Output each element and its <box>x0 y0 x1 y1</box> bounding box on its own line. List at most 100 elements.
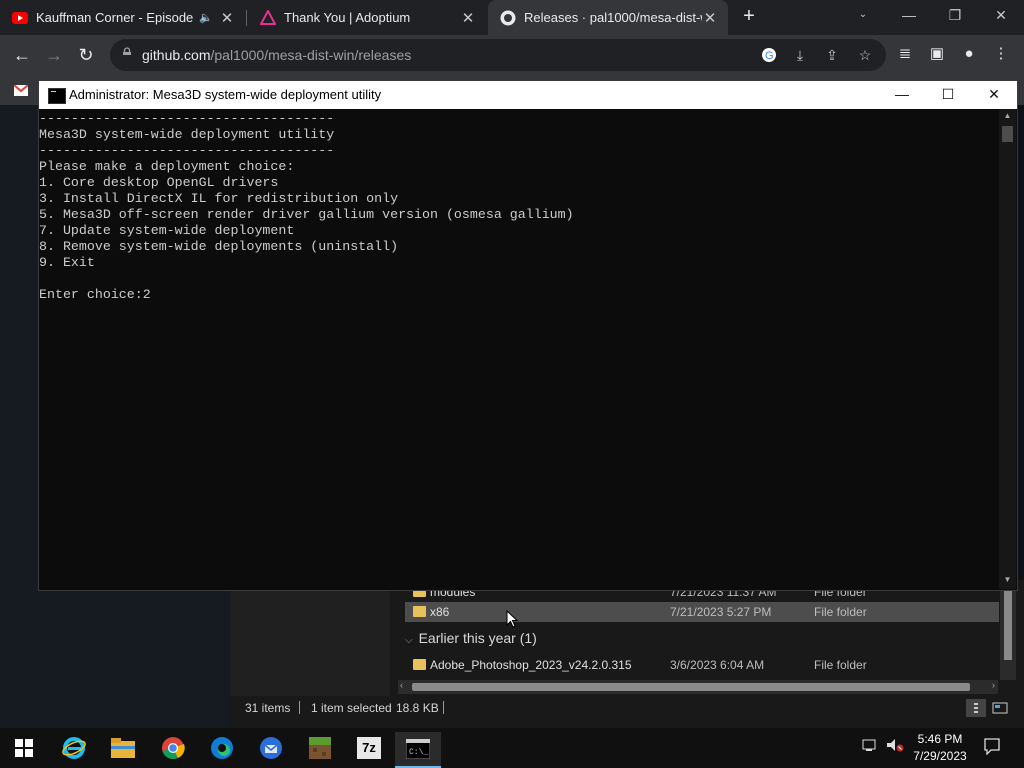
console-minimize-button[interactable]: — <box>879 81 925 109</box>
file-name: Adobe_Photoshop_2023_v24.2.0.315 <box>430 658 632 672</box>
tab-title: Releases · pal1000/mesa-dist-win <box>524 10 702 25</box>
tab-github[interactable]: Releases · pal1000/mesa-dist-win ✕ <box>488 0 728 35</box>
clock-date: 7/29/2023 <box>913 749 967 763</box>
scroll-up-icon[interactable]: ▲ <box>999 111 1016 120</box>
gmail-icon[interactable] <box>13 83 29 96</box>
tab-title: Thank You | Adoptium <box>284 10 411 25</box>
profile-icon[interactable]: ● <box>958 43 980 65</box>
status-separator <box>299 701 300 714</box>
address-bar[interactable]: github.com/pal1000/mesa-dist-win/release… <box>110 39 886 71</box>
file-date: 7/21/2023 5:27 PM <box>670 605 772 619</box>
minimize-button[interactable]: — <box>886 0 932 30</box>
scrollbar-thumb[interactable] <box>1004 580 1012 660</box>
horizontal-scrollbar[interactable]: ‹ › <box>398 680 998 694</box>
file-row-selected[interactable]: x86 7/21/2023 5:27 PM File folder <box>405 602 999 622</box>
close-window-button[interactable]: ✕ <box>978 0 1024 30</box>
console-maximize-button[interactable]: ☐ <box>925 81 971 109</box>
details-view-button[interactable] <box>966 699 986 717</box>
7zip-icon[interactable]: 7z <box>353 732 385 764</box>
share-icon[interactable]: ⇪ <box>823 47 841 63</box>
url-text: github.com/pal1000/mesa-dist-win/release… <box>142 47 412 63</box>
explorer-status-bar: 31 items 1 item selected 18.8 KB <box>230 696 1024 720</box>
svg-text:C:\_: C:\_ <box>409 748 428 757</box>
new-tab-button[interactable]: + <box>737 4 761 28</box>
status-separator <box>443 701 444 714</box>
file-date: 3/6/2023 6:04 AM <box>670 658 765 672</box>
internet-explorer-icon[interactable] <box>58 732 90 764</box>
thunderbird-icon[interactable] <box>255 732 287 764</box>
media-control-icon[interactable]: ≣ <box>894 43 916 65</box>
close-tab-icon[interactable]: ✕ <box>219 9 235 27</box>
group-header[interactable]: ⌵ Earlier this year (1) <box>405 630 537 646</box>
command-prompt-icon <box>48 88 66 104</box>
tab-separator <box>246 10 247 26</box>
network-icon[interactable] <box>862 738 878 755</box>
console-line: 7. Update system-wide deployment <box>39 223 295 238</box>
console-line: 3. Install DirectX IL for redistribution… <box>39 191 399 206</box>
console-title-bar[interactable]: Administrator: Mesa3D system-wide deploy… <box>39 81 1017 109</box>
minecraft-icon[interactable] <box>304 732 336 764</box>
console-scrollbar[interactable]: ▲ ▼ <box>999 109 1016 589</box>
tab-title: Kauffman Corner - Episode 7 <box>36 10 195 25</box>
menu-icon[interactable]: ⋮ <box>990 43 1012 65</box>
taskbar-clock[interactable]: 5:46 PM 7/29/2023 <box>900 731 980 765</box>
folder-icon <box>413 659 426 670</box>
vertical-scrollbar[interactable] <box>1000 580 1016 680</box>
chrome-icon[interactable] <box>157 732 189 764</box>
console-close-button[interactable]: ✕ <box>971 81 1017 109</box>
console-prompt-line: Enter choice:2 <box>39 287 151 302</box>
console-line: 1. Core desktop OpenGL drivers <box>39 175 279 190</box>
chevron-down-icon: ⌵ <box>405 635 413 646</box>
svg-text:G: G <box>765 50 774 62</box>
scroll-left-icon[interactable]: ‹ <box>400 680 403 690</box>
file-type: File folder <box>814 658 867 672</box>
scrollbar-thumb[interactable] <box>412 683 970 691</box>
item-count: 31 items <box>245 701 291 715</box>
command-prompt-taskbar-icon[interactable]: C:\_ <box>395 732 441 768</box>
adoptium-icon <box>260 9 276 26</box>
github-icon <box>500 10 516 26</box>
console-title: Administrator: Mesa3D system-wide deploy… <box>69 87 382 102</box>
file-row[interactable]: Adobe_Photoshop_2023_v24.2.0.315 3/6/202… <box>405 655 999 675</box>
file-explorer-window: modules 7/21/2023 11:37 AM File folder x… <box>230 580 1024 728</box>
console-line: ------------------------------------- <box>39 143 335 158</box>
tab-youtube[interactable]: Kauffman Corner - Episode 7 🔈 ✕ <box>0 0 245 35</box>
scroll-down-icon[interactable]: ▼ <box>999 575 1016 584</box>
console-line: ------------------------------------- <box>39 111 335 126</box>
clock-time: 5:46 PM <box>917 732 963 746</box>
close-tab-icon[interactable]: ✕ <box>460 9 476 27</box>
tab-search-icon[interactable]: ⌄ <box>840 0 886 30</box>
windows-taskbar: 7z C:\_ 5:46 PM 7/29/2023 <box>0 728 1024 768</box>
windows-start-icon[interactable] <box>8 732 40 764</box>
scrollbar-thumb[interactable] <box>1002 126 1013 142</box>
mouse-cursor-icon <box>506 610 518 628</box>
bookmark-star-icon[interactable]: ☆ <box>856 47 874 63</box>
console-window[interactable]: Administrator: Mesa3D system-wide deploy… <box>38 80 1018 591</box>
side-panel-icon[interactable]: ▣ <box>926 43 948 65</box>
close-tab-icon[interactable]: ✕ <box>702 9 718 27</box>
reload-button[interactable]: ↻ <box>74 43 98 67</box>
folder-icon <box>413 606 426 617</box>
google-lens-icon[interactable]: G <box>760 47 778 63</box>
tab-adoptium[interactable]: Thank You | Adoptium ✕ <box>248 0 486 35</box>
back-button[interactable]: ← <box>10 43 34 67</box>
edge-icon[interactable] <box>206 732 238 764</box>
youtube-icon <box>12 10 28 26</box>
notification-center-icon[interactable] <box>983 737 1001 758</box>
restore-button[interactable]: ❐ <box>932 0 978 30</box>
console-output[interactable]: ------------------------------------- Me… <box>39 109 999 589</box>
scroll-right-icon[interactable]: › <box>992 680 995 690</box>
speaker-icon[interactable]: 🔈 <box>199 11 215 24</box>
console-line: 5. Mesa3D off-screen render driver galli… <box>39 207 574 222</box>
install-icon[interactable]: ⤓ <box>791 47 809 63</box>
console-line: Please make a deployment choice: <box>39 159 295 174</box>
lock-icon <box>123 47 131 55</box>
file-explorer-icon[interactable] <box>107 732 139 764</box>
browser-tab-bar: Kauffman Corner - Episode 7 🔈 ✕ Thank Yo… <box>0 0 1024 35</box>
forward-button[interactable]: → <box>42 43 66 67</box>
tiles-view-button[interactable] <box>990 699 1010 717</box>
selection-size: 18.8 KB <box>396 701 439 715</box>
file-name: x86 <box>430 605 450 619</box>
browser-toolbar: ← → ↻ github.com/pal1000/mesa-dist-win/r… <box>0 35 1024 75</box>
file-type: File folder <box>814 605 867 619</box>
